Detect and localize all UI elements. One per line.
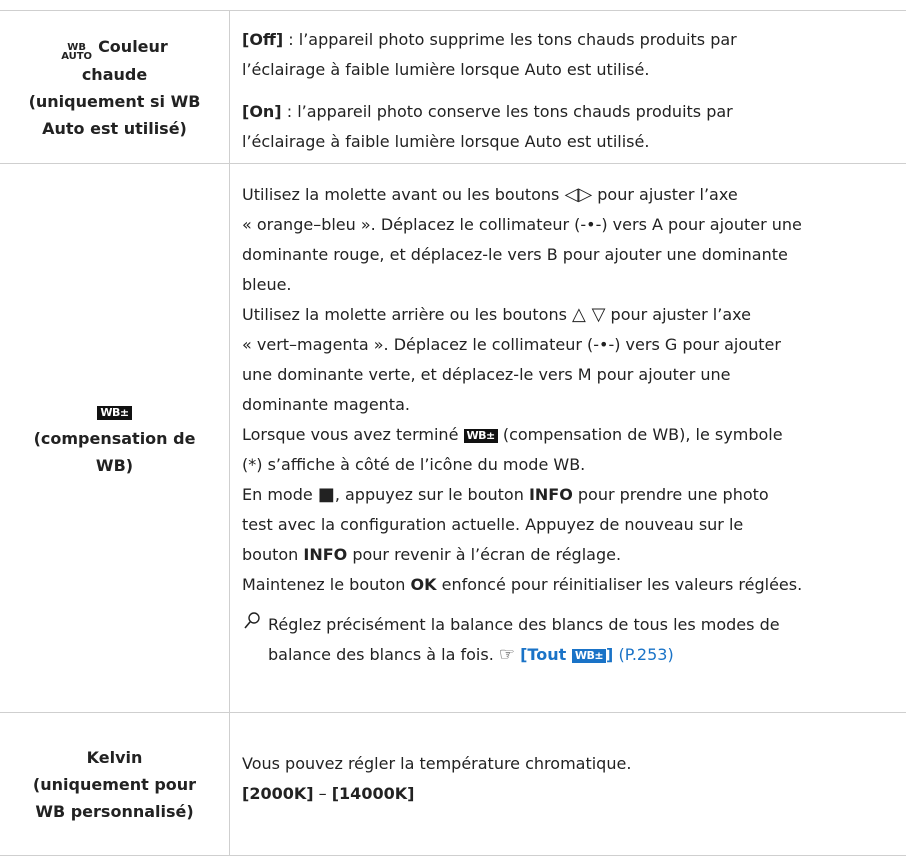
row-description: Utilisez la molette avant ou les boutons…: [230, 164, 906, 712]
reference-icon: ☞: [498, 644, 516, 665]
wb-compensation-icon: WB±: [571, 649, 607, 663]
row-description: Vous pouvez régler la température chroma…: [242, 754, 632, 803]
tip: Réglez précisément la balance des blancs…: [242, 610, 892, 670]
page-link[interactable]: (P.253): [613, 645, 673, 664]
table-row: Kelvin (uniquement pour WB personnalisé)…: [0, 712, 906, 856]
on-option: [On]: [242, 102, 282, 121]
camera-icon: ■: [317, 484, 335, 505]
wb-compensation-icon: WB±: [97, 405, 132, 420]
row-label: WB AUTO Couleur chaude (uniquement si WB…: [0, 11, 230, 163]
row-description: [Off] : l’appareil photo supprime les to…: [242, 30, 737, 151]
row-label: WB± (compensation de WB): [0, 164, 230, 712]
wb-compensation-icon: WB±: [463, 429, 498, 443]
off-option: [Off]: [242, 30, 284, 49]
table-row: WB± (compensation de WB) Utilisez la mol…: [0, 163, 906, 712]
tip-icon: [242, 610, 268, 670]
table-row: WB AUTO Couleur chaude (uniquement si WB…: [0, 10, 906, 163]
left-right-arrows-icon: ◁▷: [564, 184, 593, 205]
settings-table: WB AUTO Couleur chaude (uniquement si WB…: [0, 10, 906, 856]
row-label: Kelvin (uniquement pour WB personnalisé): [0, 713, 230, 855]
tip-link[interactable]: [Tout WB±]: [520, 645, 613, 664]
up-down-arrows-icon: △ ▽: [572, 304, 606, 325]
wb-auto-icon: WB AUTO: [61, 41, 93, 62]
